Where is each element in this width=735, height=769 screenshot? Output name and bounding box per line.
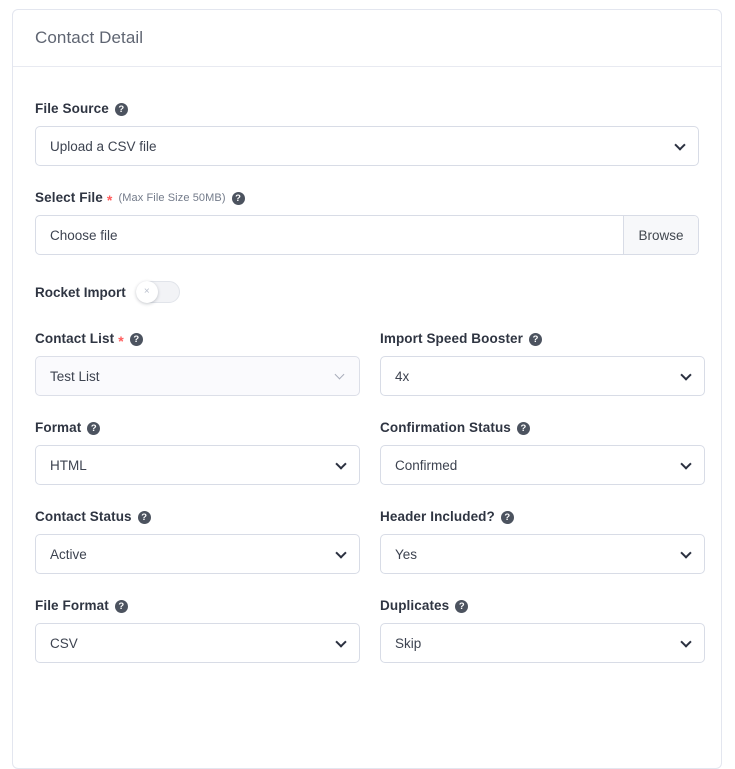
field-format: Format ? HTML <box>35 420 360 485</box>
question-circle-icon[interactable]: ? <box>516 421 530 435</box>
contact-status-label-text: Contact Status <box>35 509 132 524</box>
field-import-speed-booster: Import Speed Booster ? 4x <box>380 331 705 396</box>
contact-list-select[interactable]: Test List <box>35 356 360 396</box>
duplicates-select[interactable]: Skip <box>380 623 705 663</box>
header-included-label: Header Included? ? <box>380 509 705 525</box>
file-source-label-text: File Source <box>35 101 109 116</box>
question-circle-icon[interactable]: ? <box>129 332 143 346</box>
file-format-value: CSV <box>50 635 78 651</box>
contact-list-label-text: Contact List <box>35 331 115 346</box>
format-label: Format ? <box>35 420 360 436</box>
format-value: HTML <box>50 457 87 473</box>
confirmation-status-select[interactable]: Confirmed <box>380 445 705 485</box>
question-circle-icon[interactable]: ? <box>87 421 101 435</box>
toggle-off-x-icon: × <box>135 281 158 303</box>
chevron-down-icon <box>337 549 346 558</box>
confirmation-status-label: Confirmation Status ? <box>380 420 705 436</box>
required-asterisk: * <box>106 192 113 208</box>
import-speed-booster-label-text: Import Speed Booster <box>380 331 524 346</box>
format-select[interactable]: HTML <box>35 445 360 485</box>
select-file-label-text: Select File <box>35 190 103 205</box>
chevron-down-icon <box>337 460 346 469</box>
select-file-label: Select File * (Max File Size 50MB) ? <box>35 190 699 208</box>
question-circle-icon[interactable]: ? <box>114 102 128 116</box>
chevron-down-icon <box>682 549 691 558</box>
rocket-import-label: Rocket Import <box>35 284 126 300</box>
field-header-included: Header Included? ? Yes <box>380 509 705 574</box>
field-rocket-import: Rocket Import × <box>35 281 699 303</box>
import-speed-booster-value: 4x <box>395 368 410 384</box>
import-speed-booster-label: Import Speed Booster ? <box>380 331 705 347</box>
form-grid: Contact List * ? Test List Import Speed … <box>35 331 705 687</box>
field-confirmation-status: Confirmation Status ? Confirmed <box>380 420 705 485</box>
format-label-text: Format <box>35 420 82 435</box>
contact-detail-card: Contact Detail File Source ? Upload a CS… <box>12 9 722 769</box>
field-contact-list: Contact List * ? Test List <box>35 331 360 396</box>
question-circle-icon[interactable]: ? <box>529 332 543 346</box>
contact-status-select[interactable]: Active <box>35 534 360 574</box>
required-asterisk: * <box>118 333 124 349</box>
contact-list-value: Test List <box>50 368 100 384</box>
chevron-down-icon <box>682 371 691 380</box>
file-source-label: File Source ? <box>35 101 699 117</box>
contact-status-value: Active <box>50 546 87 562</box>
confirmation-status-label-text: Confirmation Status <box>380 420 511 435</box>
max-file-size-note: (Max File Size 50MB) <box>118 192 226 204</box>
question-circle-icon[interactable]: ? <box>231 191 245 205</box>
card-header: Contact Detail <box>13 10 721 67</box>
file-format-label: File Format ? <box>35 598 360 614</box>
chevron-down-icon <box>336 371 345 380</box>
duplicates-label: Duplicates ? <box>380 598 705 614</box>
file-input-group[interactable]: Choose file Browse <box>35 215 699 255</box>
field-contact-status: Contact Status ? Active <box>35 509 360 574</box>
file-source-value: Upload a CSV file <box>50 138 157 154</box>
browse-button[interactable]: Browse <box>623 216 698 254</box>
file-format-select[interactable]: CSV <box>35 623 360 663</box>
contact-status-label: Contact Status ? <box>35 509 360 525</box>
field-select-file: Select File * (Max File Size 50MB) ? Cho… <box>35 190 699 255</box>
question-circle-icon[interactable]: ? <box>137 510 151 524</box>
chevron-down-icon <box>676 141 685 150</box>
card-body: File Source ? Upload a CSV file Select F… <box>13 67 721 707</box>
field-duplicates: Duplicates ? Skip <box>380 598 705 663</box>
header-included-value: Yes <box>395 546 418 562</box>
field-file-source: File Source ? Upload a CSV file <box>35 101 699 166</box>
duplicates-value: Skip <box>395 635 422 651</box>
choose-file-text[interactable]: Choose file <box>36 216 623 254</box>
question-circle-icon[interactable]: ? <box>500 510 514 524</box>
file-format-label-text: File Format <box>35 598 109 613</box>
contact-list-label: Contact List * ? <box>35 331 360 349</box>
chevron-down-icon <box>682 638 691 647</box>
page-title: Contact Detail <box>35 28 144 47</box>
import-speed-booster-select[interactable]: 4x <box>380 356 705 396</box>
rocket-import-toggle[interactable]: × <box>135 281 180 303</box>
header-included-label-text: Header Included? <box>380 509 495 524</box>
field-file-format: File Format ? CSV <box>35 598 360 663</box>
question-circle-icon[interactable]: ? <box>114 599 128 613</box>
duplicates-label-text: Duplicates <box>380 598 450 613</box>
chevron-down-icon <box>337 638 346 647</box>
question-circle-icon[interactable]: ? <box>455 599 469 613</box>
confirmation-status-value: Confirmed <box>395 457 458 473</box>
header-included-select[interactable]: Yes <box>380 534 705 574</box>
file-source-select[interactable]: Upload a CSV file <box>35 126 699 166</box>
chevron-down-icon <box>682 460 691 469</box>
